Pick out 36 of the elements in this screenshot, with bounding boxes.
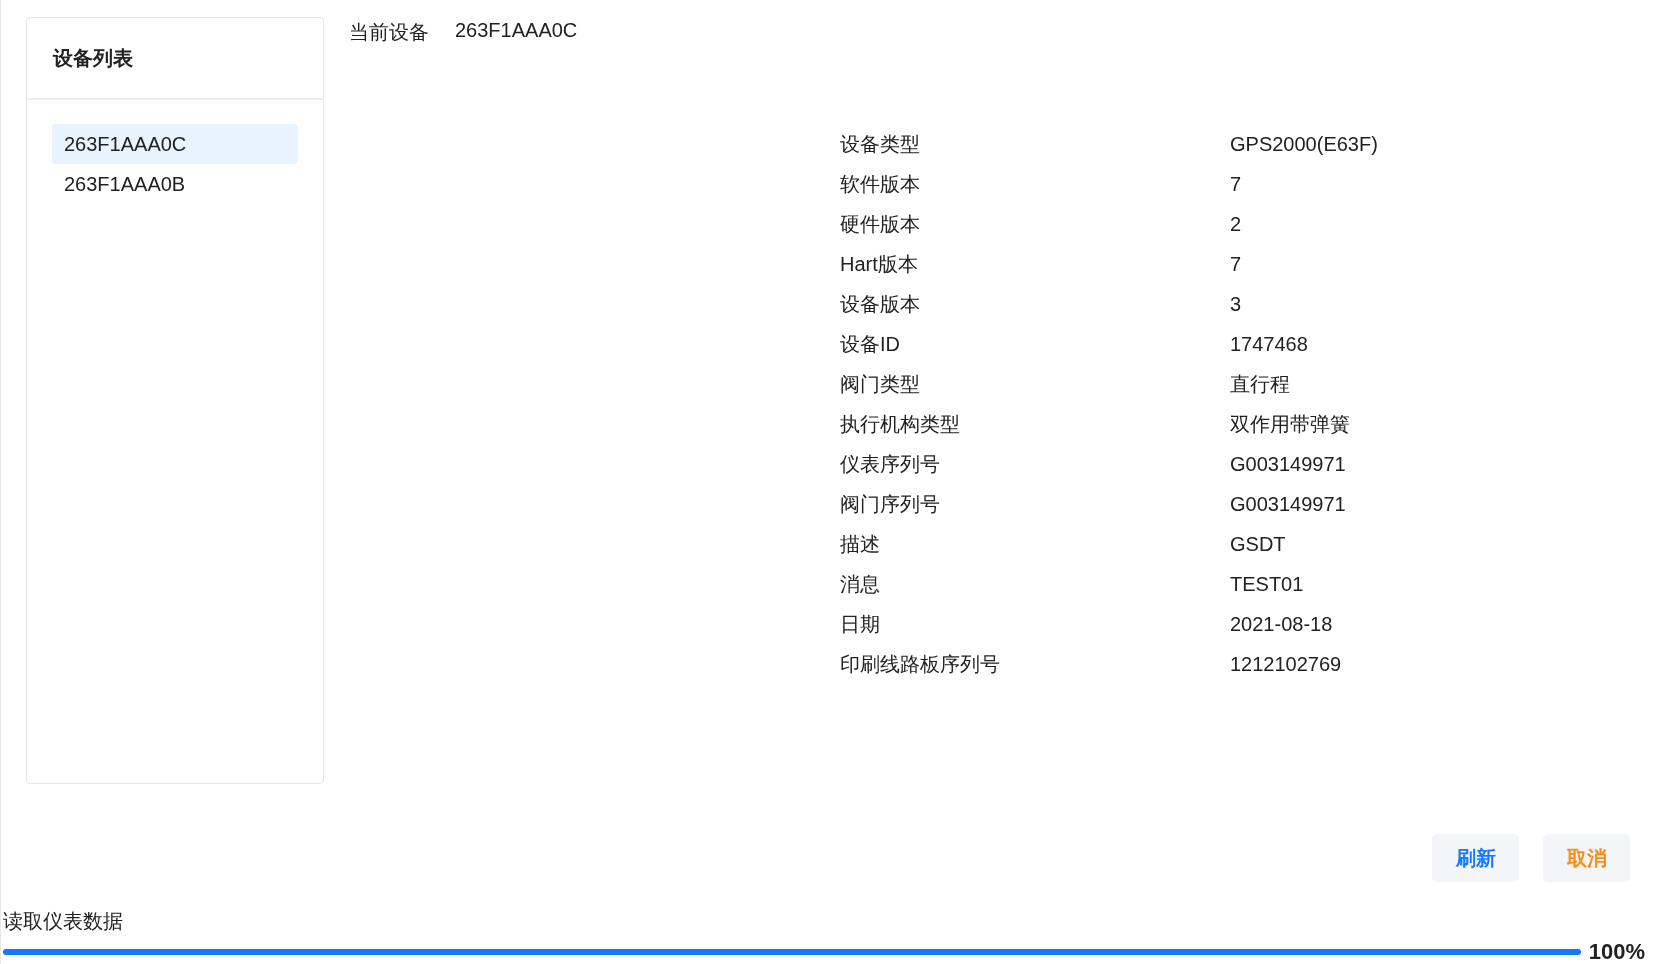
current-device-label: 当前设备 — [349, 20, 429, 45]
property-value: TEST01 — [1230, 572, 1305, 597]
property-label: 设备版本 — [840, 292, 921, 317]
property-value: 3 — [1230, 292, 1243, 317]
property-label: 执行机构类型 — [840, 412, 961, 437]
property-value: 1747468 — [1230, 332, 1309, 357]
property-value: 7 — [1230, 252, 1243, 277]
device-list-item[interactable]: 263F1AAA0C — [52, 124, 298, 164]
status-text: 读取仪表数据 — [2, 909, 124, 934]
property-value: 2 — [1230, 212, 1243, 237]
property-value: 双作用带弹簧 — [1230, 412, 1351, 437]
property-label: 软件版本 — [840, 172, 921, 197]
current-device-value: 263F1AAA0C — [455, 19, 578, 43]
property-value: GPS2000(E63F) — [1230, 132, 1379, 157]
property-value: GSDT — [1230, 532, 1287, 557]
property-value: 直行程 — [1230, 372, 1291, 397]
property-label: 描述 — [840, 532, 881, 557]
property-label: 设备ID — [840, 332, 901, 357]
property-label: 仪表序列号 — [840, 452, 941, 477]
property-label: Hart版本 — [840, 252, 919, 277]
property-label: 设备类型 — [840, 132, 921, 157]
property-value: G003149971 — [1230, 492, 1347, 517]
property-label: 阀门类型 — [840, 372, 921, 397]
property-label: 消息 — [840, 572, 881, 597]
property-value: 1212102769 — [1230, 652, 1343, 677]
property-label: 硬件版本 — [840, 212, 921, 237]
property-label: 印刷线路板序列号 — [840, 652, 1001, 677]
property-label: 日期 — [840, 612, 881, 637]
device-list-item[interactable]: 263F1AAA0B — [52, 164, 298, 204]
progress-reading: 100% — [1588, 939, 1645, 964]
refresh-button[interactable]: 刷新 — [1432, 834, 1519, 882]
property-value: 2021-08-18 — [1230, 612, 1334, 637]
property-value: 7 — [1230, 172, 1243, 197]
property-label: 阀门序列号 — [840, 492, 941, 517]
property-value: G003149971 — [1230, 452, 1347, 477]
panel-title: 设备列表 — [53, 45, 133, 71]
